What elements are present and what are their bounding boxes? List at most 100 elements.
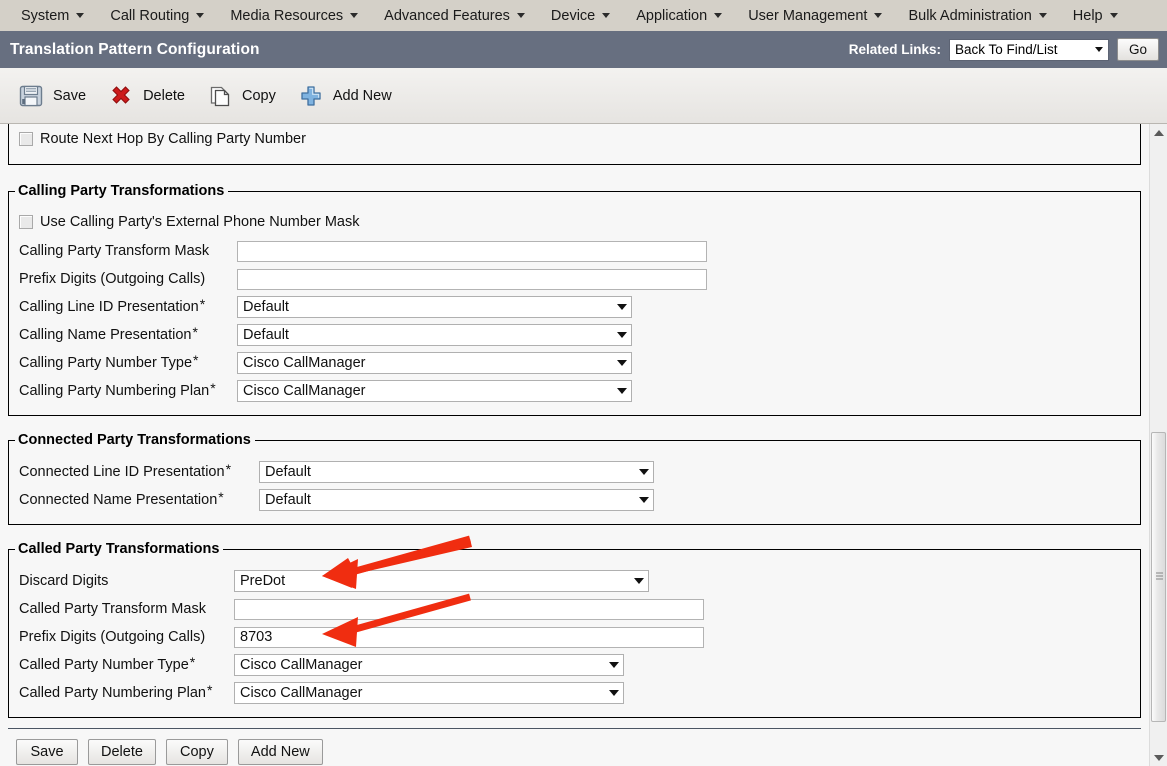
field-row-connected-line-id-presentation: Connected Line ID Presentation * Default xyxy=(9,458,1140,486)
use-calling-party-external-mask-checkbox[interactable] xyxy=(19,215,33,229)
calling-party-numbering-plan-select[interactable]: Cisco CallManager xyxy=(237,380,632,402)
related-links-select[interactable]: Back To Find/List xyxy=(948,38,1109,61)
delete-x-icon xyxy=(112,85,130,104)
menu-item-application[interactable]: Application xyxy=(623,0,735,31)
toolbar-copy-button[interactable]: Copy xyxy=(201,79,288,113)
footer-delete-button[interactable]: Delete xyxy=(88,739,156,765)
scrollbar-thumb[interactable] xyxy=(1151,432,1166,722)
vertical-scrollbar[interactable] xyxy=(1149,124,1167,766)
menu-item-system[interactable]: System xyxy=(8,0,97,31)
chevron-down-icon xyxy=(639,469,649,475)
chevron-down-icon xyxy=(874,13,883,18)
menu-item-call-routing[interactable]: Call Routing xyxy=(97,0,217,31)
required-asterisk: * xyxy=(189,654,196,670)
page-title-bar: Translation Pattern Configuration Relate… xyxy=(0,31,1167,68)
page-title: Translation Pattern Configuration xyxy=(10,40,260,58)
selected-value: PreDot xyxy=(240,573,286,589)
footer-add-new-button[interactable]: Add New xyxy=(237,739,323,765)
menu-item-help[interactable]: Help xyxy=(1060,0,1131,31)
selected-value: Default xyxy=(243,327,289,343)
connected-line-id-presentation-select[interactable]: Default xyxy=(259,461,654,483)
toolbar-add-new-button[interactable]: Add New xyxy=(292,79,404,113)
discard-digits-select[interactable]: PreDot xyxy=(234,570,649,592)
field-row-calling-line-id-presentation: Calling Line ID Presentation * Default xyxy=(9,293,1140,321)
selected-value: Cisco CallManager xyxy=(240,685,363,701)
chevron-down-icon xyxy=(617,304,627,310)
menu-label: System xyxy=(21,7,70,24)
required-asterisk: * xyxy=(206,682,213,698)
footer-copy-button[interactable]: Copy xyxy=(165,739,228,765)
called-party-numbering-plan-select[interactable]: Cisco CallManager xyxy=(234,682,624,704)
required-asterisk: * xyxy=(210,380,216,396)
field-row-calling-transform-mask: Calling Party Transform Mask xyxy=(9,237,1140,265)
field-label: Prefix Digits (Outgoing Calls) xyxy=(19,271,206,287)
called-prefix-digits-input[interactable]: 8703 xyxy=(234,626,704,648)
chevron-down-icon xyxy=(609,690,619,696)
field-label: Calling Party Transform Mask xyxy=(19,243,210,259)
main-menu-bar: System Call Routing Media Resources Adva… xyxy=(0,0,1167,31)
field-row-calling-prefix-digits: Prefix Digits (Outgoing Calls) xyxy=(9,265,1140,293)
chevron-down-icon xyxy=(1094,47,1103,52)
application-window: System Call Routing Media Resources Adva… xyxy=(0,0,1167,766)
chevron-down-icon xyxy=(76,13,85,18)
chevron-down-icon xyxy=(196,13,205,18)
scroll-down-button[interactable] xyxy=(1150,749,1167,766)
toolbar-save-button[interactable]: Save xyxy=(12,79,98,113)
menu-label: Help xyxy=(1072,7,1103,24)
menu-label: Advanced Features xyxy=(384,7,510,24)
required-asterisk: * xyxy=(193,352,199,368)
selected-value: Default xyxy=(243,299,289,315)
scroll-up-button[interactable] xyxy=(1150,124,1167,141)
route-next-hop-row: Route Next Hop By Calling Party Number xyxy=(9,124,1140,154)
toolbar-delete-button[interactable]: Delete xyxy=(102,79,197,113)
field-row-called-party-numbering-plan: Called Party Numbering Plan * Cisco CallM… xyxy=(9,679,1140,707)
calling-name-presentation-select[interactable]: Default xyxy=(237,324,632,346)
connected-name-presentation-select[interactable]: Default xyxy=(259,489,654,511)
translation-pattern-form: Route Next Hop By Calling Party Number C… xyxy=(0,124,1149,765)
menu-label: Application xyxy=(636,7,708,24)
go-button[interactable]: Go xyxy=(1116,38,1159,61)
footer-button-bar: Save Delete Copy Add New xyxy=(0,729,1149,765)
menu-item-device[interactable]: Device xyxy=(538,0,623,31)
calling-party-transform-mask-input[interactable] xyxy=(237,240,707,262)
menu-item-bulk-administration[interactable]: Bulk Administration xyxy=(895,0,1059,31)
triangle-down-icon xyxy=(1153,754,1164,761)
menu-label: User Management xyxy=(748,7,868,24)
field-label: Calling Line ID Presentation * xyxy=(19,296,206,315)
section-calling-party-transformations: Calling Party Transformations Use Callin… xyxy=(8,183,1141,416)
action-toolbar: Save Delete Copy Add New xyxy=(0,68,1167,124)
footer-save-button[interactable]: Save xyxy=(16,739,78,765)
menu-item-user-management[interactable]: User Management xyxy=(735,0,895,31)
add-plus-icon xyxy=(301,85,321,106)
menu-item-advanced-features[interactable]: Advanced Features xyxy=(371,0,538,31)
chevron-down-icon xyxy=(617,360,627,366)
selected-value: Cisco CallManager xyxy=(243,355,366,371)
required-asterisk: * xyxy=(192,324,198,340)
use-calling-party-external-mask-label: Use Calling Party's External Phone Numbe… xyxy=(40,214,360,230)
chevron-down-icon xyxy=(602,13,611,18)
toolbar-button-label: Copy xyxy=(241,87,276,104)
field-label: Connected Name Presentation * xyxy=(19,489,224,508)
menu-label: Device xyxy=(550,7,596,24)
calling-prefix-digits-input[interactable] xyxy=(237,268,707,290)
field-row-called-prefix-digits: Prefix Digits (Outgoing Calls) 8703 xyxy=(9,623,1140,651)
toolbar-button-label: Delete xyxy=(143,87,185,104)
field-label: Calling Party Number Type * xyxy=(19,352,199,371)
calling-party-number-type-select[interactable]: Cisco CallManager xyxy=(237,352,632,374)
menu-label: Call Routing xyxy=(110,7,190,24)
triangle-up-icon xyxy=(1153,129,1164,136)
menu-label: Bulk Administration xyxy=(908,7,1032,24)
route-next-hop-checkbox[interactable] xyxy=(19,132,33,146)
related-links-selected-value: Back To Find/List xyxy=(954,42,1058,57)
field-row-called-party-number-type: Called Party Number Type * Cisco CallMana… xyxy=(9,651,1140,679)
menu-item-media-resources[interactable]: Media Resources xyxy=(217,0,371,31)
field-label: Calling Name Presentation * xyxy=(19,324,198,343)
selected-value: Default xyxy=(265,492,311,508)
called-party-number-type-select[interactable]: Cisco CallManager xyxy=(234,654,624,676)
section-route-options-partial: Route Next Hop By Calling Party Number xyxy=(8,124,1141,165)
required-asterisk: * xyxy=(225,461,232,477)
called-party-transform-mask-input[interactable] xyxy=(234,598,704,620)
field-label: Called Party Numbering Plan * xyxy=(19,682,213,701)
calling-line-id-presentation-select[interactable]: Default xyxy=(237,296,632,318)
copy-pages-icon xyxy=(210,86,230,106)
